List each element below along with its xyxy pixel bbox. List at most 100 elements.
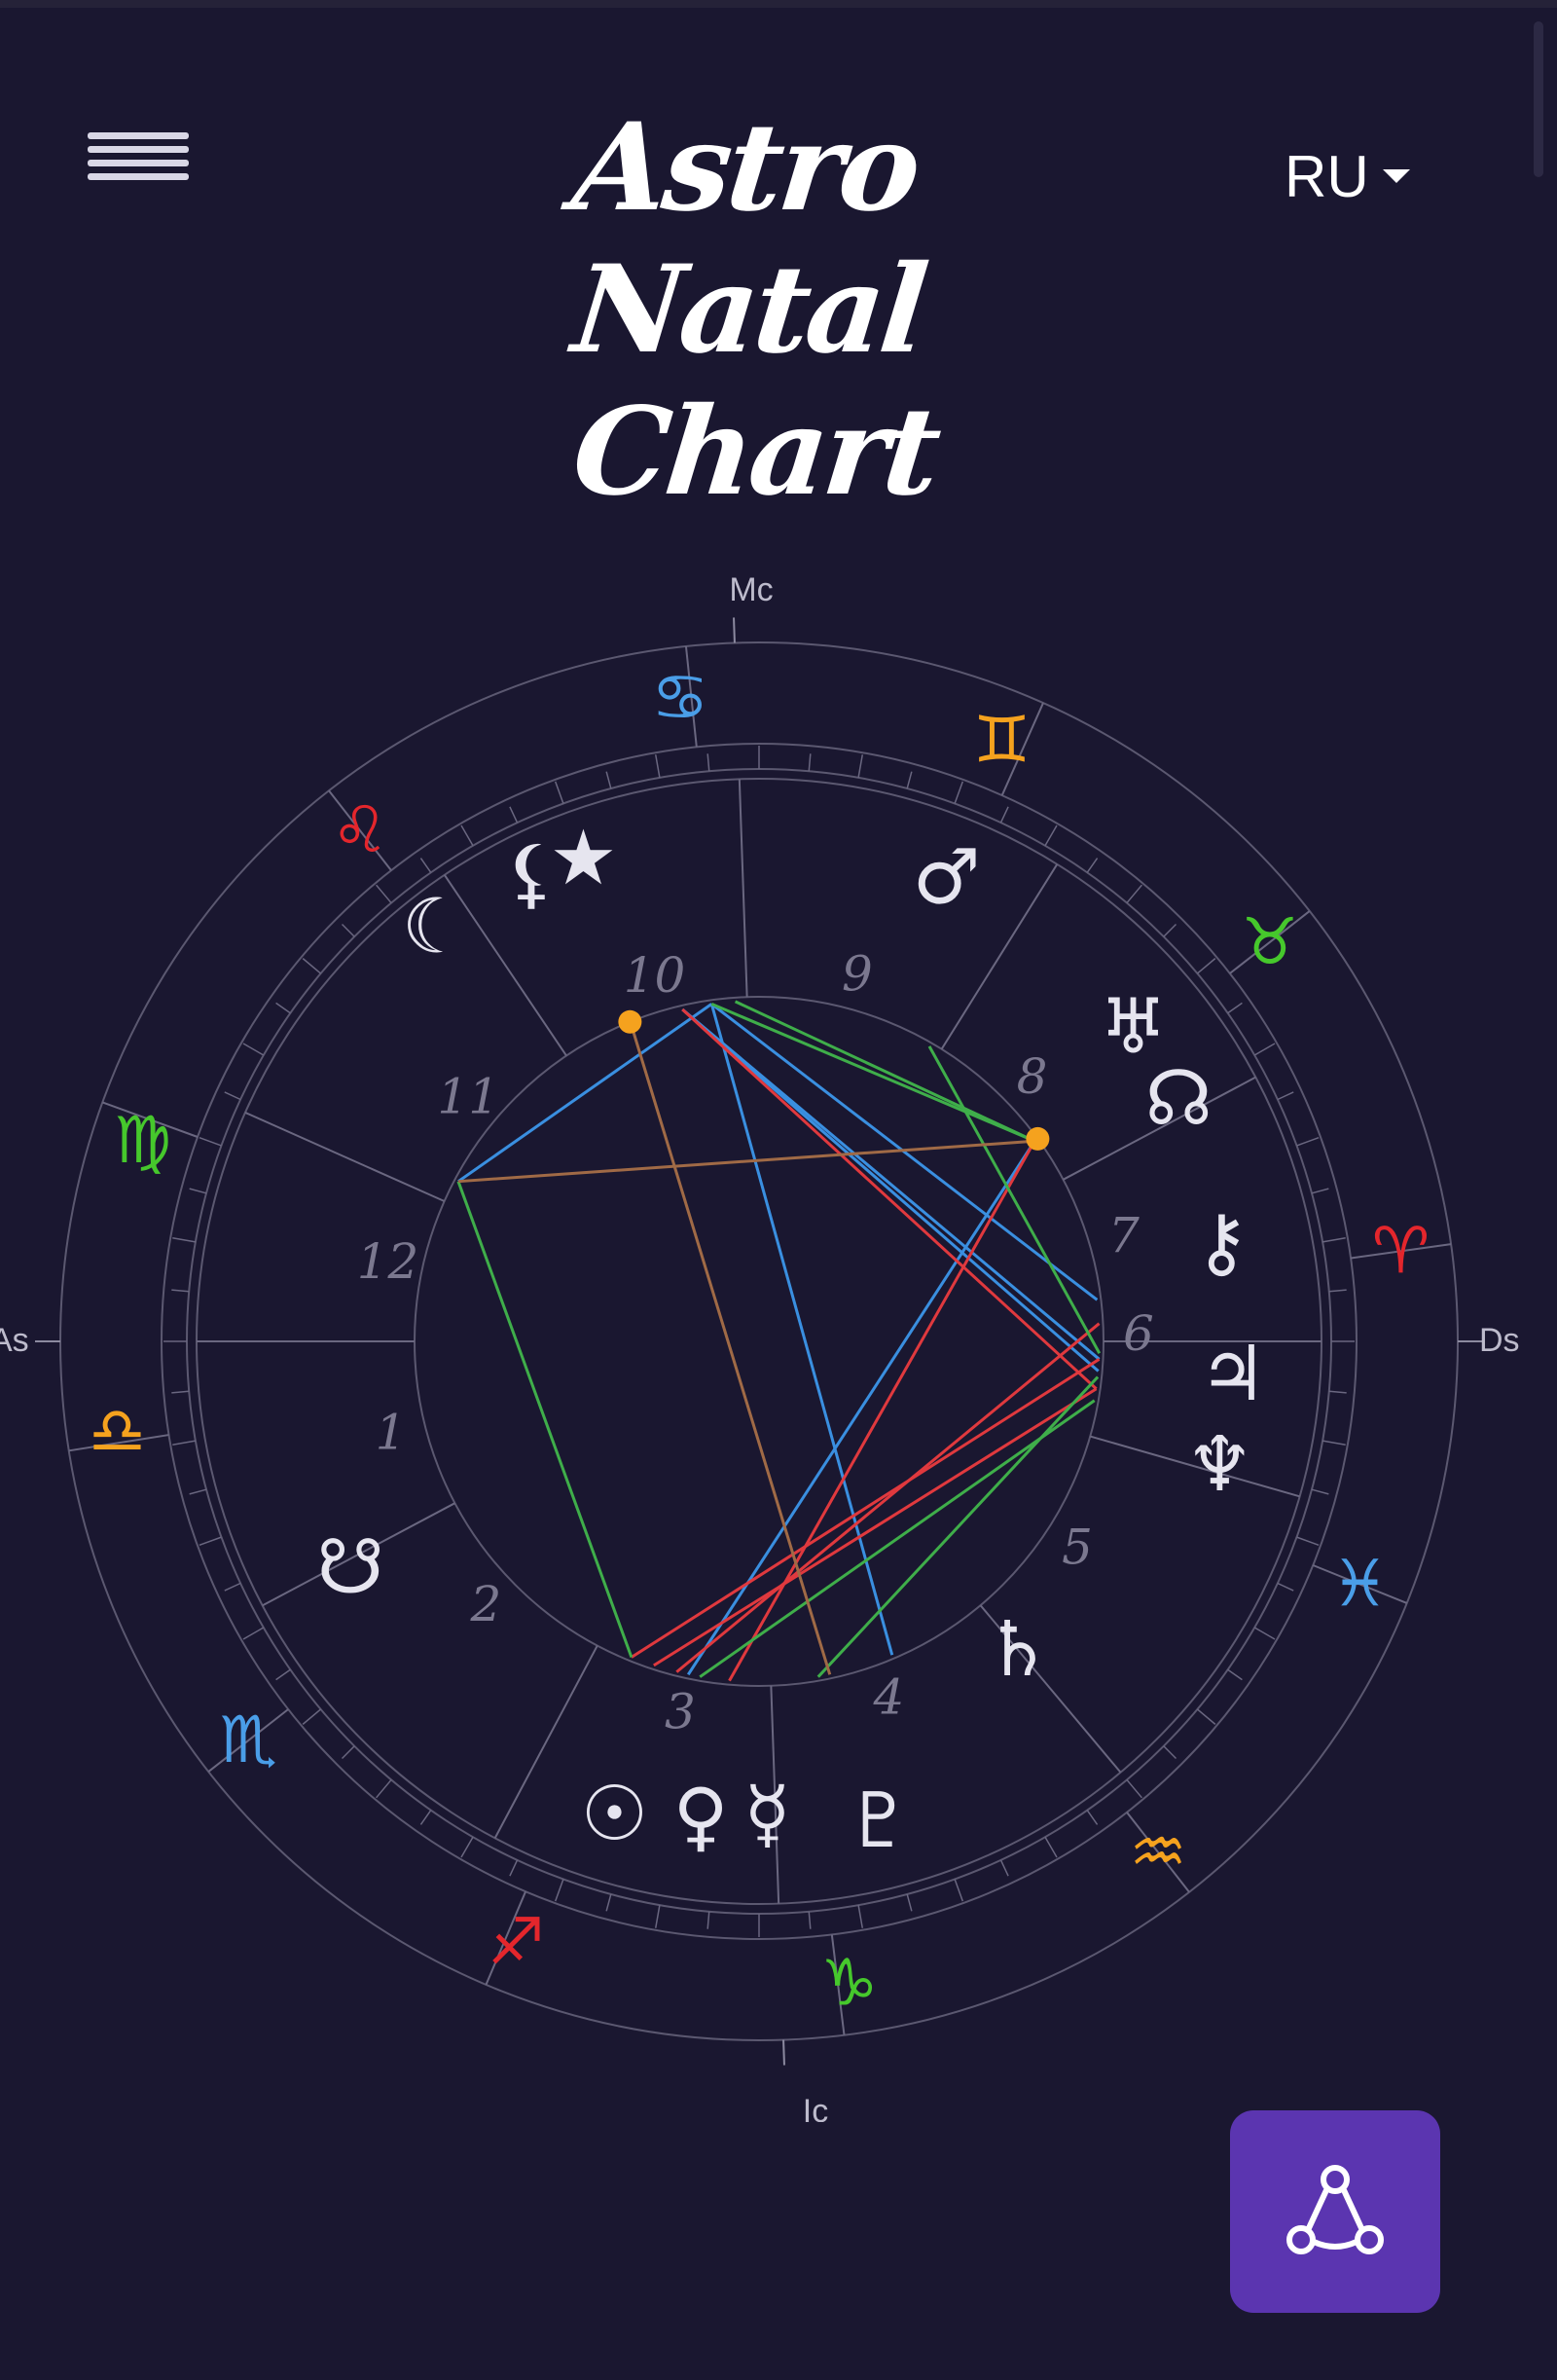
degree-tick	[999, 806, 1009, 824]
house-number-1: 1	[376, 1404, 407, 1460]
degree-tick	[1253, 1043, 1276, 1056]
sign-leo-icon: ♌	[331, 792, 388, 867]
sign-aquarius-icon: ♒	[1129, 1814, 1186, 1889]
degree-tick	[171, 1390, 190, 1394]
house-number-6: 6	[1123, 1305, 1154, 1362]
planet-chiron-icon: ⚷	[1194, 1199, 1249, 1287]
as-label: As	[0, 1322, 29, 1359]
sign-capricorn-icon: ♑	[820, 1946, 878, 2021]
degree-tick	[224, 1582, 241, 1592]
degree-tick	[654, 1904, 661, 1928]
house-number-10: 10	[624, 947, 686, 1004]
house-number-4: 4	[872, 1668, 904, 1725]
degree-tick	[1328, 1289, 1347, 1293]
degree-tick	[376, 1778, 392, 1799]
planet-north-node-icon: ☊	[1145, 1055, 1213, 1143]
mc-label: Mc	[729, 571, 773, 608]
degree-tick	[189, 1488, 207, 1495]
degree-tick	[906, 1893, 913, 1912]
degree-tick	[1277, 1091, 1294, 1101]
degree-tick	[1311, 1488, 1329, 1495]
planet-south-node-icon: ☋	[317, 1524, 384, 1612]
degree-tick	[172, 1440, 197, 1446]
aspect-line-green	[734, 1000, 1035, 1143]
degree-tick	[554, 781, 564, 804]
degree-tick	[302, 1708, 322, 1725]
house-number-9: 9	[842, 945, 873, 1002]
logo-line-2: Natal	[566, 239, 931, 381]
degree-tick	[1227, 1668, 1243, 1681]
aspects-button[interactable]	[1230, 2110, 1440, 2313]
degree-tick	[857, 754, 864, 779]
sign-gemini-icon: ♊	[973, 702, 1031, 777]
app-logo: Astro Natal Chart	[566, 97, 943, 545]
degree-tick	[808, 753, 812, 772]
degree-tick	[460, 824, 474, 847]
planet-neptune-icon: ♆	[1185, 1421, 1253, 1509]
degree-tick	[460, 1836, 474, 1858]
degree-tick	[999, 1859, 1009, 1877]
sign-scorpio-icon: ♏	[220, 1703, 277, 1777]
degree-tick	[857, 1904, 864, 1928]
degree-tick	[1196, 958, 1216, 974]
degree-tick	[1044, 1836, 1058, 1858]
degree-tick	[509, 1859, 519, 1877]
angle-marker-mc	[618, 1009, 642, 1034]
ic-label: Ic	[803, 2093, 828, 2122]
degree-tick	[172, 1236, 197, 1243]
degree-tick	[954, 781, 964, 804]
aspect-line-blue	[686, 1140, 1036, 1676]
hamburger-menu-icon[interactable]	[88, 127, 195, 189]
degree-tick	[1277, 1582, 1294, 1592]
degree-tick	[1163, 923, 1177, 937]
house-number-8: 8	[1017, 1048, 1048, 1105]
scrollbar-thumb[interactable]	[1534, 21, 1543, 177]
degree-tick	[1296, 1136, 1320, 1147]
planet-sun-icon: ☉	[581, 1771, 649, 1858]
aspect-line-blue	[709, 1004, 894, 1656]
house-number-7: 7	[1108, 1208, 1140, 1264]
ic-axis	[782, 2039, 785, 2066]
sign-pisces-icon: ♓	[1331, 1546, 1389, 1621]
degree-tick	[419, 1810, 432, 1825]
degree-tick	[1322, 1236, 1346, 1243]
degree-tick	[242, 1043, 265, 1056]
degree-tick	[1126, 884, 1142, 904]
language-selector[interactable]: RU	[1285, 144, 1410, 209]
sign-sagittarius-icon: ♐	[488, 1905, 545, 1980]
degree-tick	[605, 771, 612, 789]
degree-tick	[199, 1536, 222, 1547]
degree-tick	[1196, 1708, 1216, 1725]
degree-tick	[341, 923, 355, 937]
aspect-line-brown	[630, 1025, 832, 1675]
triangle-network-icon	[1286, 2165, 1384, 2254]
house-number-2: 2	[470, 1576, 502, 1632]
degree-tick	[1126, 1778, 1142, 1799]
degree-tick	[224, 1091, 241, 1101]
house-cusp-12	[244, 1111, 446, 1202]
degree-tick	[1253, 1627, 1276, 1640]
degree-tick	[706, 1911, 710, 1929]
sign-cancer-icon: ♋	[651, 660, 708, 735]
chart-angle-labels: Mc Ic As Ds	[0, 571, 1520, 2122]
degree-tick	[1163, 1745, 1177, 1760]
sign-virgo-icon: ♍	[114, 1103, 171, 1178]
logo-line-3: Chart	[566, 382, 944, 523]
chart-aspect-lines	[456, 1000, 1102, 1682]
planet-pluto-icon: ♇	[845, 1777, 913, 1865]
logo-line-1: Astro	[566, 97, 924, 238]
sign-libra-icon: ♎	[89, 1394, 146, 1469]
degree-tick	[341, 1745, 355, 1760]
degree-tick	[1311, 1188, 1329, 1194]
degree-tick	[419, 858, 432, 873]
degree-tick	[171, 1289, 190, 1293]
degree-tick	[1328, 1390, 1347, 1394]
status-bar	[0, 0, 1557, 8]
degree-tick	[1086, 1810, 1099, 1825]
caret-down-icon	[1382, 169, 1410, 183]
mc-axis	[733, 617, 736, 643]
degree-tick	[302, 958, 322, 974]
degree-tick	[275, 1668, 291, 1681]
degree-tick	[1296, 1536, 1320, 1547]
house-number-5: 5	[1062, 1519, 1093, 1575]
